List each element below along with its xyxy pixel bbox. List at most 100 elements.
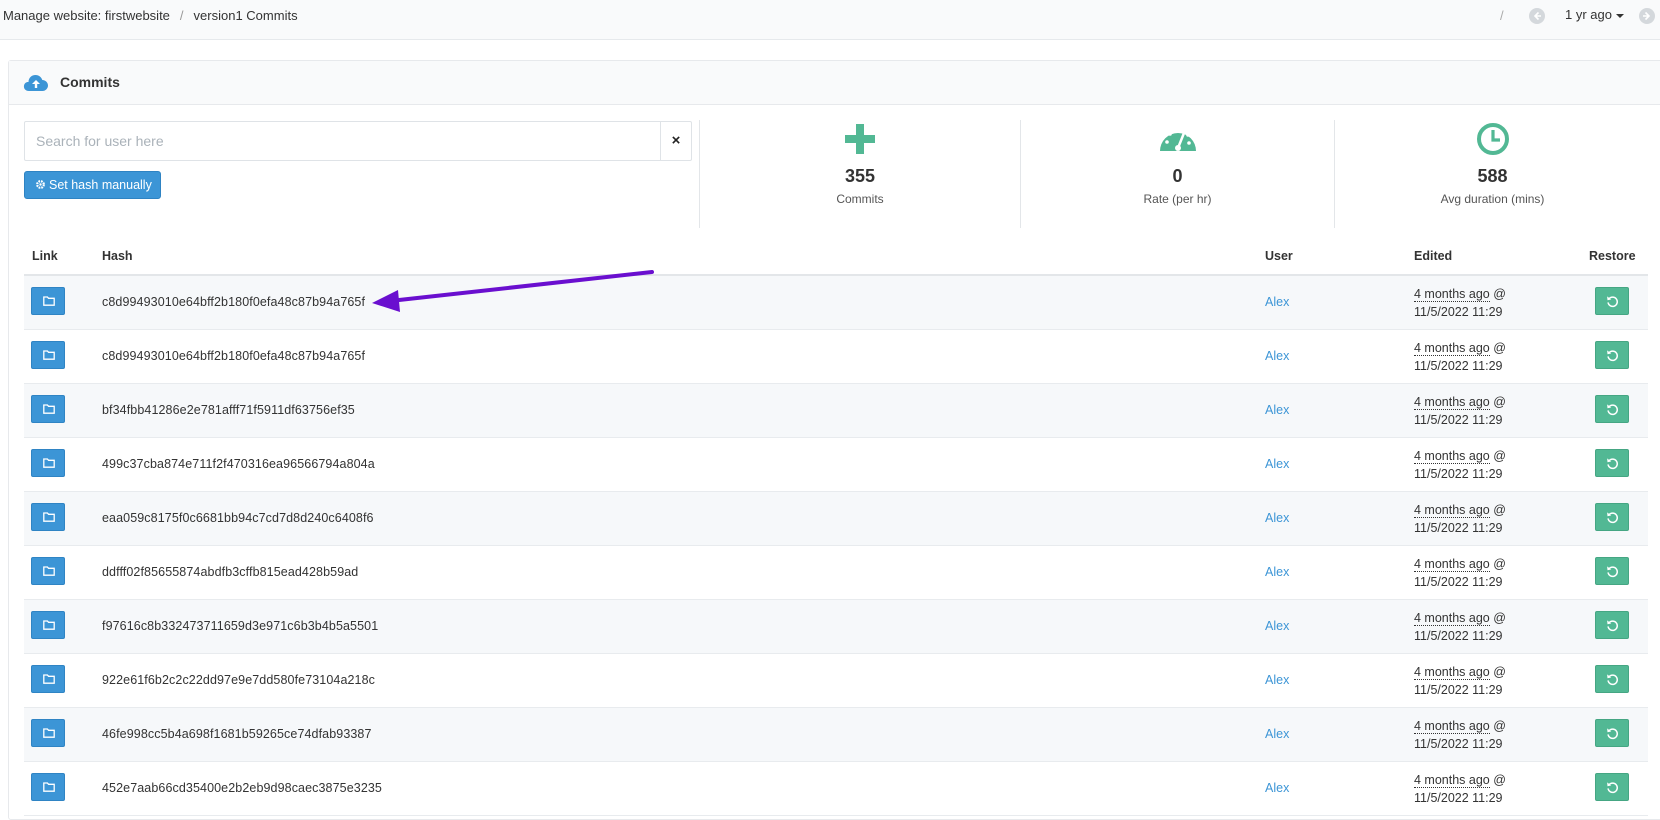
prev-arrow-icon[interactable]: [1529, 8, 1545, 24]
column-header-hash: Hash: [102, 249, 133, 263]
commit-user-link[interactable]: Alex: [1265, 349, 1289, 363]
commit-user-link[interactable]: Alex: [1265, 295, 1289, 309]
edited-relative-time: 4 months ago: [1414, 557, 1490, 572]
clock-icon: [1335, 120, 1650, 160]
clear-search-button[interactable]: ×: [660, 122, 691, 160]
time-filter-label: 1 yr ago: [1565, 7, 1612, 22]
commit-hash: c8d99493010e64bff2b180f0efa48c87b94a765f: [102, 295, 366, 309]
open-folder-button[interactable]: [31, 719, 65, 747]
panel-header: Commits: [9, 61, 1660, 105]
edited-timestamp: 11/5/2022 11:29: [1414, 683, 1503, 697]
commit-edited: 4 months ago @11/5/2022 11:29: [1414, 287, 1506, 319]
commit-hash: 46fe998cc5b4a698f1681b59265ce74dfab93387: [102, 727, 372, 741]
panel-title: Commits: [60, 74, 120, 90]
time-filter-dropdown[interactable]: 1 yr ago: [1565, 7, 1624, 22]
stat-commits: 355 Commits: [699, 120, 1020, 228]
open-folder-button[interactable]: [31, 611, 65, 639]
open-folder-button[interactable]: [31, 395, 65, 423]
time-nav-separator: /: [1500, 8, 1504, 23]
stat-rate: 0 Rate (per hr): [1020, 120, 1334, 228]
edited-relative-time: 4 months ago: [1414, 773, 1490, 788]
commit-user-link[interactable]: Alex: [1265, 673, 1289, 687]
open-folder-button[interactable]: [31, 557, 65, 585]
open-folder-button[interactable]: [31, 341, 65, 369]
edited-timestamp: 11/5/2022 11:29: [1414, 791, 1503, 805]
commit-hash: 499c37cba874e711f2f470316ea96566794a804a: [102, 457, 375, 471]
open-folder-button[interactable]: [31, 287, 65, 315]
commit-edited: 4 months ago @11/5/2022 11:29: [1414, 341, 1506, 373]
stat-commits-label: Commits: [836, 192, 884, 206]
set-hash-label: Set hash manually: [49, 178, 152, 192]
edited-timestamp: 11/5/2022 11:29: [1414, 575, 1503, 589]
plus-icon: [700, 120, 1020, 160]
commit-user-link[interactable]: Alex: [1265, 619, 1289, 633]
stat-avg-duration-value: 588: [1477, 166, 1508, 186]
next-arrow-icon[interactable]: [1639, 8, 1655, 24]
top-bar: Manage website: firstwebsite / version1 Co…: [0, 0, 1660, 40]
edited-relative-time: 4 months ago: [1414, 449, 1490, 464]
table-body: c8d99493010e64bff2b180f0efa48c87b94a765f…: [24, 276, 1648, 816]
open-folder-button[interactable]: [31, 665, 65, 693]
table-row: c8d99493010e64bff2b180f0efa48c87b94a765f…: [24, 330, 1648, 384]
restore-button[interactable]: [1595, 557, 1629, 585]
breadcrumb-site[interactable]: Manage website: firstwebsite: [3, 8, 170, 23]
table-row: eaa059c8175f0c6681bb94c7cd7d8d240c6408f6…: [24, 492, 1648, 546]
restore-button[interactable]: [1595, 395, 1629, 423]
edited-timestamp: 11/5/2022 11:29: [1414, 521, 1503, 535]
breadcrumb-current: version1 Commits: [193, 8, 298, 23]
commit-hash: c8d99493010e64bff2b180f0efa48c87b94a765f: [102, 349, 366, 363]
cloud-upload-icon: [23, 72, 49, 97]
restore-button[interactable]: [1595, 665, 1629, 693]
restore-button[interactable]: [1595, 611, 1629, 639]
edited-timestamp: 11/5/2022 11:29: [1414, 467, 1503, 481]
table-row: c8d99493010e64bff2b180f0efa48c87b94a765f…: [24, 276, 1648, 330]
commit-hash: bf34fbb41286e2e781afff71f5911df63756ef35: [102, 403, 355, 417]
commit-edited: 4 months ago @11/5/2022 11:29: [1414, 719, 1506, 751]
commit-user-link[interactable]: Alex: [1265, 565, 1289, 579]
edited-relative-time: 4 months ago: [1414, 287, 1490, 302]
table-row: bf34fbb41286e2e781afff71f5911df63756ef35…: [24, 384, 1648, 438]
edited-relative-time: 4 months ago: [1414, 395, 1490, 410]
open-folder-button[interactable]: [31, 503, 65, 531]
search-input[interactable]: [25, 122, 663, 160]
restore-button[interactable]: [1595, 773, 1629, 801]
column-header-link: Link: [32, 249, 58, 263]
restore-button[interactable]: [1595, 449, 1629, 477]
chevron-down-icon: [1615, 13, 1624, 18]
commit-edited: 4 months ago @11/5/2022 11:29: [1414, 773, 1506, 805]
open-folder-button[interactable]: [31, 449, 65, 477]
commit-edited: 4 months ago @11/5/2022 11:29: [1414, 395, 1506, 427]
commit-edited: 4 months ago @11/5/2022 11:29: [1414, 503, 1506, 535]
column-header-edited: Edited: [1414, 249, 1453, 263]
edited-relative-time: 4 months ago: [1414, 341, 1490, 356]
commit-edited: 4 months ago @11/5/2022 11:29: [1414, 449, 1506, 481]
speedometer-icon: [1021, 120, 1334, 160]
gear-icon: [36, 180, 45, 189]
commit-user-link[interactable]: Alex: [1265, 781, 1289, 795]
edited-relative-time: 4 months ago: [1414, 503, 1490, 518]
commit-user-link[interactable]: Alex: [1265, 511, 1289, 525]
set-hash-manually-button[interactable]: Set hash manually: [24, 171, 161, 199]
stat-commits-value: 355: [844, 166, 876, 186]
restore-button[interactable]: [1595, 503, 1629, 531]
table-row: 922e61f6b2c2c22dd97e9e7dd580fe73104a218c…: [24, 654, 1648, 708]
restore-button[interactable]: [1595, 719, 1629, 747]
commit-edited: 4 months ago @11/5/2022 11:29: [1414, 611, 1506, 643]
restore-button[interactable]: [1595, 287, 1629, 315]
open-folder-button[interactable]: [31, 773, 65, 801]
edited-relative-time: 4 months ago: [1414, 665, 1490, 680]
edited-relative-time: 4 months ago: [1414, 611, 1490, 626]
edited-timestamp: 11/5/2022 11:29: [1414, 629, 1503, 643]
breadcrumb: Manage website: firstwebsite / version1 Co…: [3, 7, 298, 24]
user-search: ×: [24, 121, 692, 161]
commit-edited: 4 months ago @11/5/2022 11:29: [1414, 665, 1506, 697]
table-row: f97616c8b332473711659d3e971c6b3b4b5a5501…: [24, 600, 1648, 654]
edited-timestamp: 11/5/2022 11:29: [1414, 413, 1503, 427]
restore-button[interactable]: [1595, 341, 1629, 369]
table-row: 499c37cba874e711f2f470316ea96566794a804a…: [24, 438, 1648, 492]
commit-user-link[interactable]: Alex: [1265, 727, 1289, 741]
commit-hash: ddfff02f85655874abdfb3cffb815ead428b59ad: [102, 565, 359, 579]
commit-user-link[interactable]: Alex: [1265, 403, 1289, 417]
column-header-user: User: [1265, 249, 1293, 263]
commit-user-link[interactable]: Alex: [1265, 457, 1289, 471]
